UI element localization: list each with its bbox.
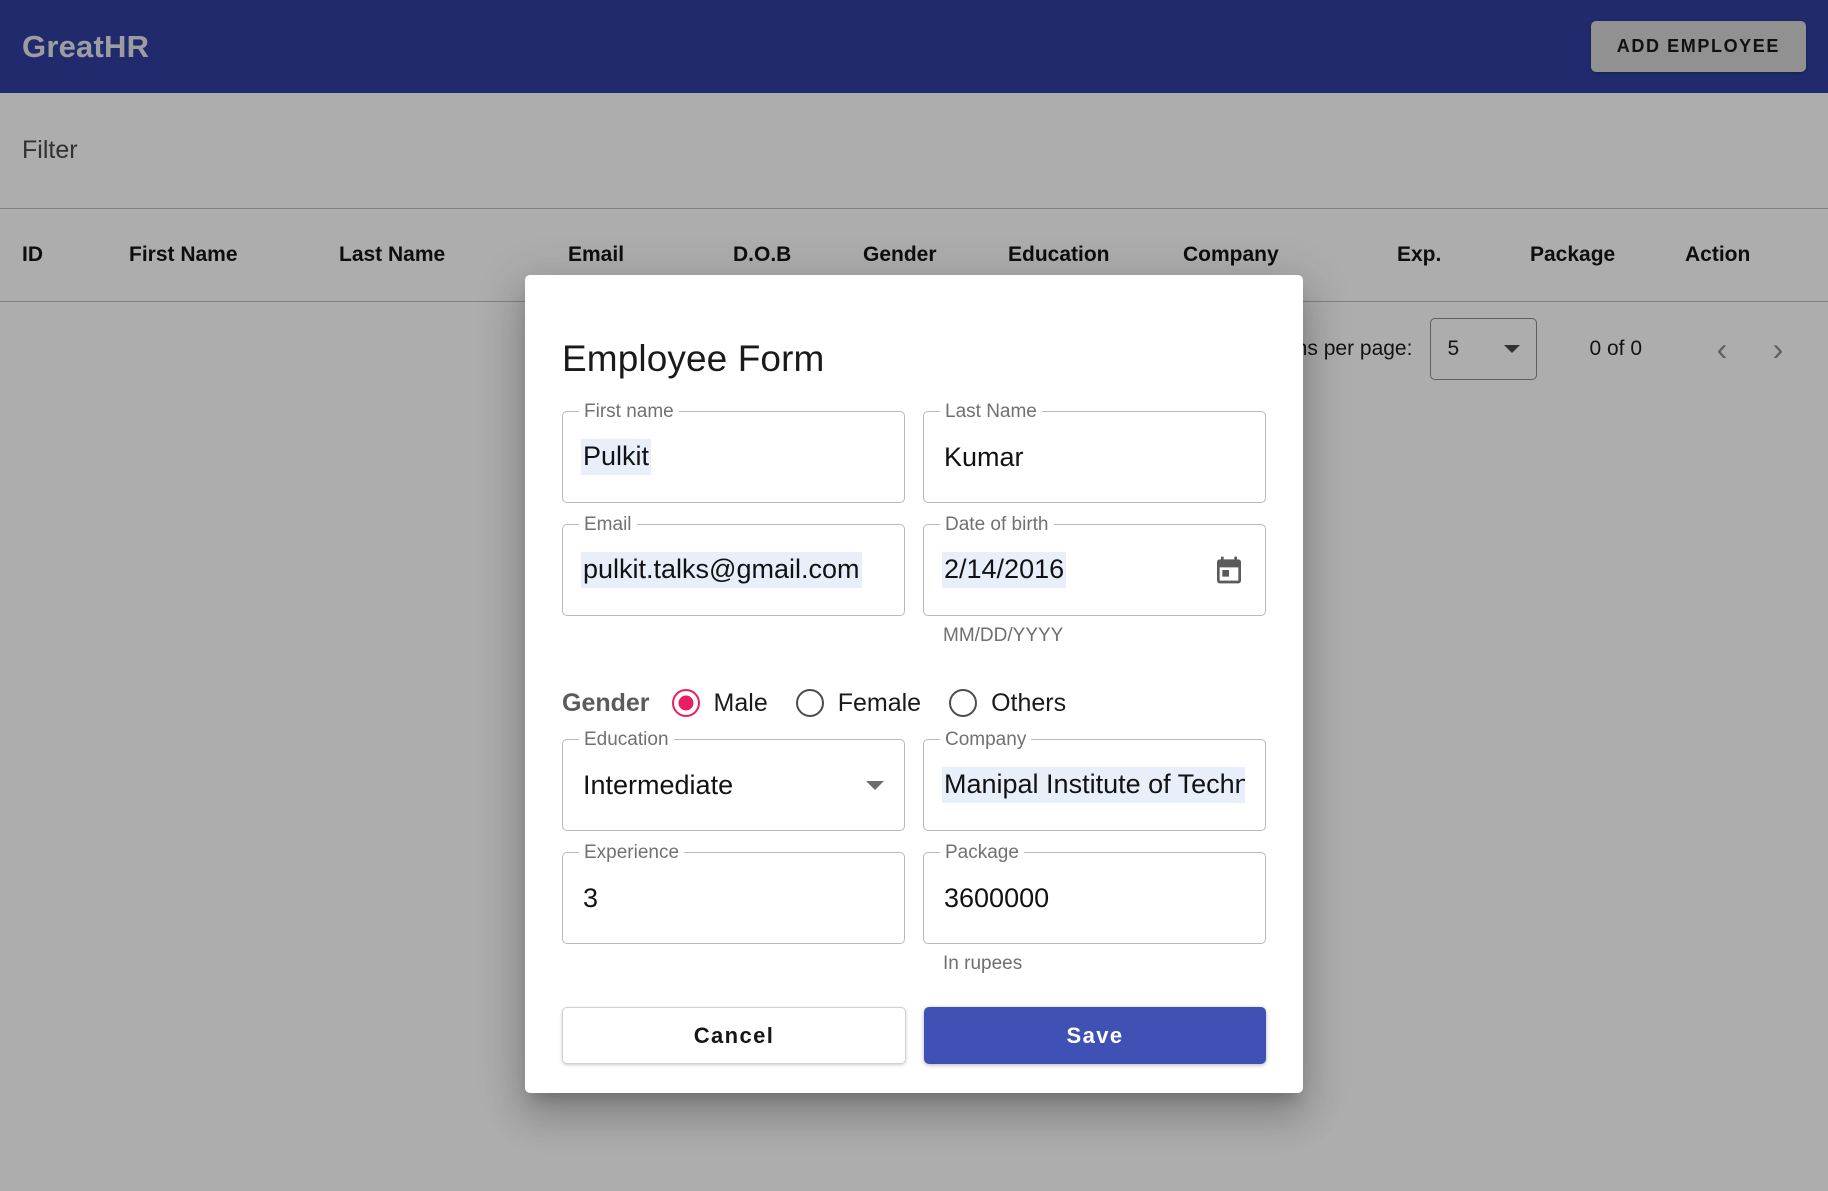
radio-unselected-icon [795,689,824,717]
first-name-value: Pulkit [581,439,652,475]
field-package: Package 3600000 In rupees [923,842,1266,975]
field-last-name: Last Name Kumar [923,401,1266,503]
gender-label: Gender [562,688,650,717]
gender-option-others-label: Others [991,688,1067,717]
cancel-button[interactable]: Cancel [562,1007,906,1064]
date-of-birth-input[interactable]: Date of birth 2/14/2016 [923,514,1266,616]
education-value: Intermediate [583,769,734,800]
field-date-of-birth: Date of birth 2/14/2016 MM/DD/YYYY [923,514,1266,647]
experience-label: Experience [579,842,685,864]
gender-option-male[interactable]: Male [671,688,780,718]
app-root: Filter ID First Name Last Name Email D.O… [0,0,1828,1191]
package-label: Package [940,842,1024,864]
experience-value: 3 [583,882,599,913]
field-education: Education Intermediate [562,729,905,831]
employee-form-dialog: Employee Form First name Pulkit Last Nam… [525,275,1303,1093]
dialog-actions: Cancel Save [562,1007,1266,1064]
form-row-email-dob: Email pulkit.talks@gmail.com Date of bir… [562,514,1266,647]
last-name-label: Last Name [940,401,1042,423]
date-of-birth-hint: MM/DD/YYYY [943,625,1064,646]
package-value: 3600000 [944,882,1050,913]
field-email: Email pulkit.talks@gmail.com [562,514,905,647]
email-value: pulkit.talks@gmail.com [581,552,862,588]
field-company: Company Manipal Institute of Techn [923,729,1266,831]
gender-option-male-label: Male [713,688,768,717]
company-input[interactable]: Company Manipal Institute of Techn [923,729,1266,831]
employee-form: First name Pulkit Last Name Kumar Email [562,380,1266,1064]
save-button[interactable]: Save [924,1007,1266,1064]
last-name-value: Kumar [944,441,1024,472]
radio-selected-icon [671,689,700,717]
email-label: Email [579,514,637,536]
education-select[interactable]: Education Intermediate [562,729,905,831]
gender-option-others[interactable]: Others [949,689,1078,718]
gender-option-female-label: Female [837,688,922,717]
dialog-title: Employee Form [562,338,825,379]
first-name-input[interactable]: First name Pulkit [562,401,905,503]
gender-radio-group: Gender Male Female Others [562,673,1266,733]
first-name-label: First name [579,401,679,423]
gender-option-female[interactable]: Female [795,688,933,718]
experience-input[interactable]: Experience 3 [562,842,905,944]
calendar-icon[interactable] [1213,554,1245,586]
form-row-experience-package: Experience 3 Package 3600000 In rupees [562,842,1266,975]
chevron-down-icon [866,780,884,790]
package-hint: In rupees [943,953,1023,974]
last-name-input[interactable]: Last Name Kumar [923,401,1266,503]
education-label: Education [579,729,674,751]
company-label: Company [940,729,1032,751]
form-row-education-company: Education Intermediate Company Manipal I… [562,729,1266,831]
package-input[interactable]: Package 3600000 [923,842,1266,944]
date-of-birth-label: Date of birth [940,514,1054,536]
radio-unselected-icon [949,689,978,717]
form-row-names: First name Pulkit Last Name Kumar [562,401,1266,503]
date-of-birth-value: 2/14/2016 [942,552,1067,588]
field-first-name: First name Pulkit [562,401,905,503]
email-input[interactable]: Email pulkit.talks@gmail.com [562,514,905,616]
field-experience: Experience 3 [562,842,905,975]
company-value: Manipal Institute of Techn [942,767,1245,803]
